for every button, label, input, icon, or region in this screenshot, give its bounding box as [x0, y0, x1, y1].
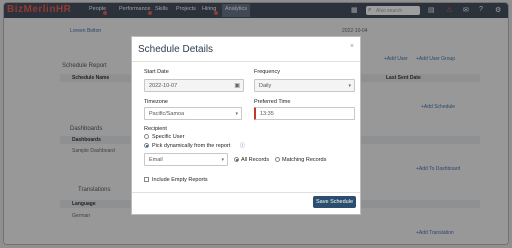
modal-footer-divider: [132, 192, 360, 193]
preferred-time-label: Preferred Time: [254, 99, 291, 105]
pick-dynamic-label[interactable]: Pick dynamically from the report: [152, 143, 230, 149]
start-date-field[interactable]: 2022-10-07 ▣: [144, 79, 244, 92]
timezone-select[interactable]: Pacific/Samoa ▾: [144, 107, 242, 120]
save-schedule-button[interactable]: Save Schedule: [313, 196, 356, 208]
email-value: Email: [149, 157, 163, 163]
close-icon[interactable]: ×: [350, 43, 354, 50]
all-records-label[interactable]: All Records: [241, 157, 269, 163]
frequency-value: Daily: [259, 83, 272, 89]
modal-header-divider: [132, 61, 360, 62]
chevron-down-icon: ▾: [348, 83, 351, 89]
pick-dynamic-radio[interactable]: [144, 143, 149, 148]
timezone-label: Timezone: [144, 99, 168, 105]
modal-title: Schedule Details: [138, 44, 214, 55]
chevron-down-icon: ▾: [235, 111, 238, 117]
start-date-value: 2022-10-07: [149, 83, 178, 89]
chevron-down-icon: ▾: [221, 157, 224, 163]
timezone-value: Pacific/Samoa: [149, 111, 185, 117]
calendar-icon[interactable]: ▣: [234, 82, 240, 89]
specific-user-radio[interactable]: [144, 134, 149, 139]
recipient-label: Recipient: [144, 126, 167, 132]
frequency-select[interactable]: Daily ▾: [254, 79, 355, 92]
start-date-label: Start Date: [144, 69, 169, 75]
specific-user-label[interactable]: Specific User: [152, 134, 184, 140]
info-icon[interactable]: ⓘ: [240, 142, 245, 149]
email-select[interactable]: Email ▾: [144, 153, 228, 166]
include-empty-checkbox[interactable]: [144, 177, 149, 182]
preferred-time-value: 13:35: [260, 111, 274, 117]
all-records-radio[interactable]: [234, 157, 239, 162]
matching-records-label[interactable]: Matching Records: [282, 157, 326, 163]
include-empty-label[interactable]: Include Empty Reports: [152, 177, 208, 183]
preferred-time-field[interactable]: 13:35: [254, 107, 355, 120]
schedule-details-modal: Schedule Details × Start Date 2022-10-07…: [131, 36, 361, 215]
matching-records-radio[interactable]: [275, 157, 280, 162]
frequency-label: Frequency: [254, 69, 280, 75]
